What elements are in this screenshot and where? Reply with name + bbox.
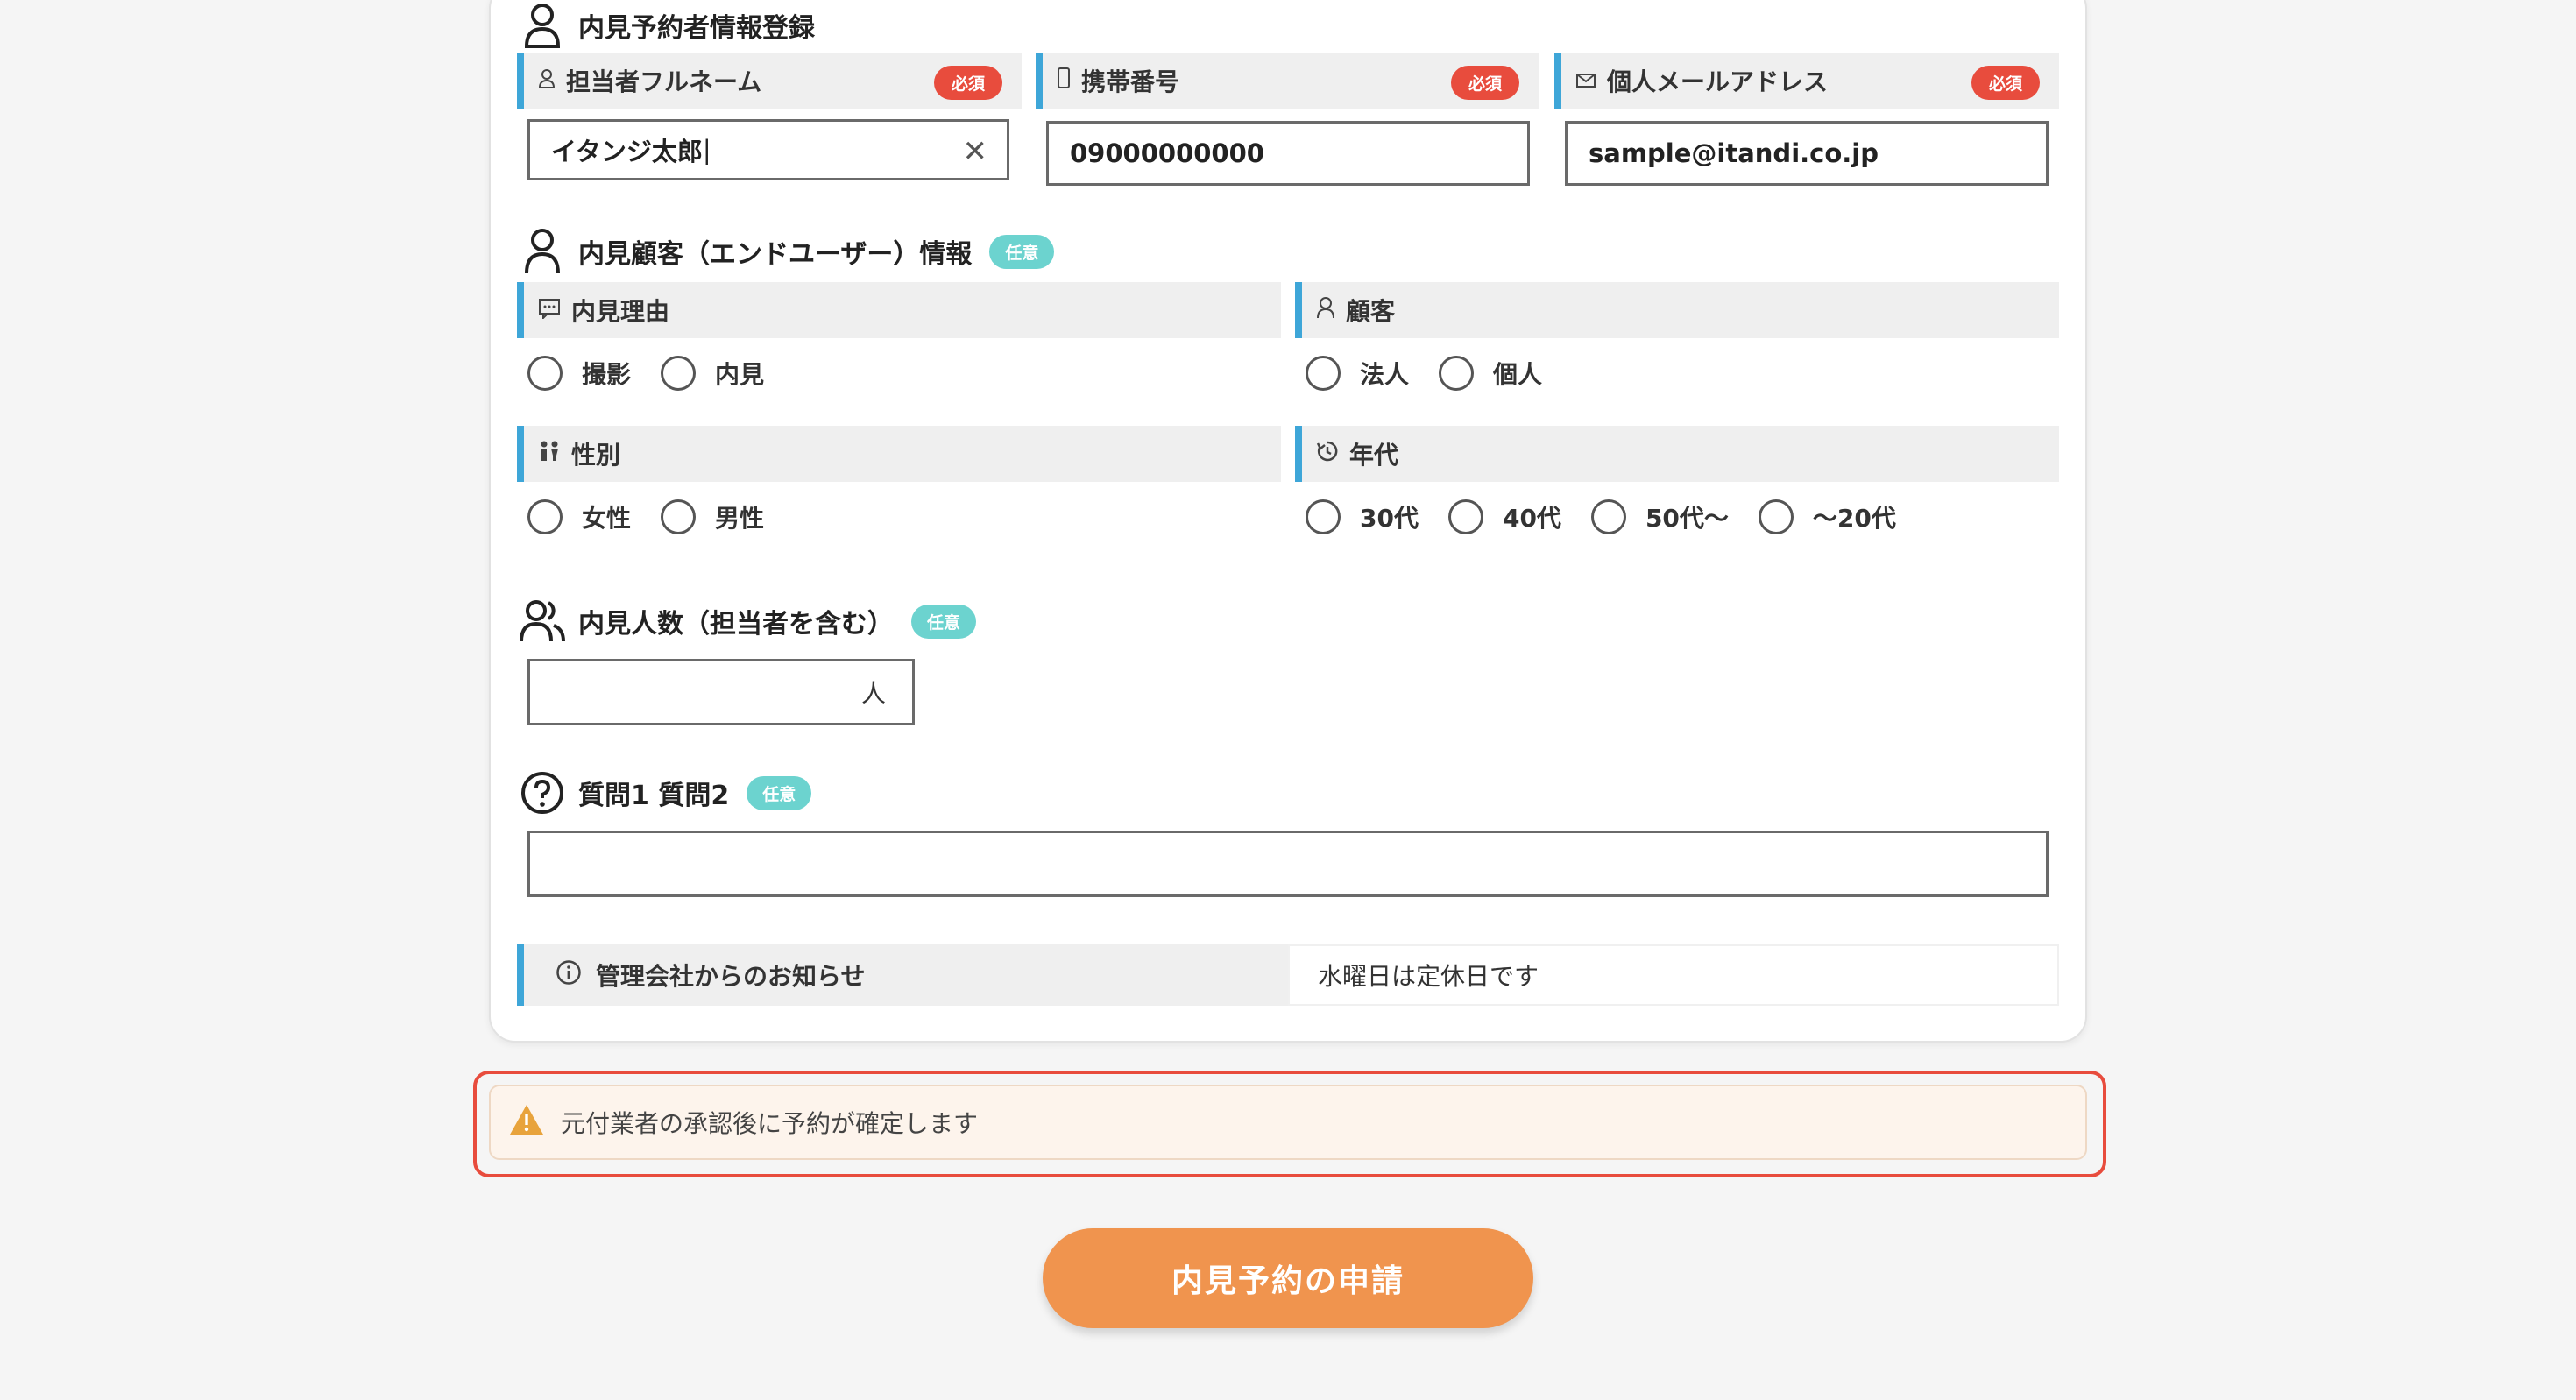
required-badge: 必須 [1450,66,1519,100]
visitors-section-title: 内見人数（担当者を含む） 任意 [519,597,977,645]
person-icon [519,2,566,49]
radio-button[interactable] [1439,356,1475,391]
clear-icon[interactable]: ✕ [963,134,988,169]
warning-icon [508,1103,545,1142]
age-radio-group: 30代 40代 50代〜 〜20代 [1306,499,1926,534]
email-input[interactable]: sample@itandi.co.jp [1565,121,2049,186]
phone-icon [1057,67,1071,95]
reason-field-header: 内見理由 [517,282,1281,338]
radio-option-reason-0[interactable]: 撮影 [527,356,631,391]
radio-option-gender-1[interactable]: 男性 [661,499,764,534]
radio-button[interactable] [527,356,563,391]
person-icon [1316,296,1335,325]
reason-radio-group: 撮影 内見 [527,356,794,391]
booker-section-title: 内見予約者情報登録 [519,2,815,49]
radio-option-age-1[interactable]: 40代 [1447,499,1561,534]
text-cursor: | [702,135,711,165]
unit-suffix: 人 [860,679,886,708]
person-icon [519,228,566,275]
radio-option-customer-0[interactable]: 法人 [1306,356,1409,391]
person-icon [538,67,556,95]
question-icon [519,769,566,817]
visitor-count-input[interactable]: 人 [527,659,915,725]
customer-type-radio-group: 法人 個人 [1306,356,1572,391]
age-field-header: 年代 [1295,426,2059,482]
radio-option-gender-0[interactable]: 女性 [527,499,631,534]
radio-button[interactable] [1758,499,1794,534]
radio-button[interactable] [1306,356,1341,391]
age-icon [1316,440,1339,469]
customer-section-title: 内見顧客（エンドユーザー）情報 任意 [519,228,1055,275]
name-field-header: 担当者フルネーム 必須 [517,53,1022,109]
mail-icon [1575,67,1596,95]
optional-badge: 任意 [989,234,1055,269]
phone-input[interactable]: 09000000000 [1046,121,1530,186]
customer-type-field-header: 顧客 [1295,282,2059,338]
notice-header: 管理会社からのお知らせ [517,944,1288,1006]
radio-button[interactable] [661,499,697,534]
group-icon [519,597,566,645]
notice-text: 水曜日は定休日です [1288,944,2059,1006]
approval-alert: 元付業者の承認後に予約が確定します [489,1085,2087,1160]
optional-badge: 任意 [911,604,977,639]
phone-field-header: 携帯番号 必須 [1036,53,1539,109]
radio-button[interactable] [1590,499,1626,534]
chat-icon [538,296,561,325]
radio-button[interactable] [1447,499,1483,534]
radio-option-age-2[interactable]: 50代〜 [1590,499,1729,534]
questions-input[interactable] [527,831,2049,897]
required-badge: 必須 [933,66,1002,100]
info-icon [556,959,582,992]
optional-badge: 任意 [747,775,812,810]
name-input[interactable]: イタンジ太郎 | ✕ [527,119,1009,180]
radio-button[interactable] [661,356,697,391]
gender-icon [538,440,561,469]
questions-section-title: 質問1 質問2 任意 [519,769,812,817]
radio-option-customer-1[interactable]: 個人 [1439,356,1542,391]
radio-option-age-3[interactable]: 〜20代 [1758,499,1896,534]
gender-radio-group: 女性 男性 [527,499,794,534]
radio-option-age-0[interactable]: 30代 [1306,499,1419,534]
radio-option-reason-1[interactable]: 内見 [661,356,764,391]
gender-field-header: 性別 [517,426,1281,482]
radio-button[interactable] [527,499,563,534]
submit-reservation-button[interactable]: 内見予約の申請 [1043,1228,1533,1328]
email-field-header: 個人メールアドレス 必須 [1554,53,2059,109]
required-badge: 必須 [1971,66,2040,100]
radio-button[interactable] [1306,499,1341,534]
